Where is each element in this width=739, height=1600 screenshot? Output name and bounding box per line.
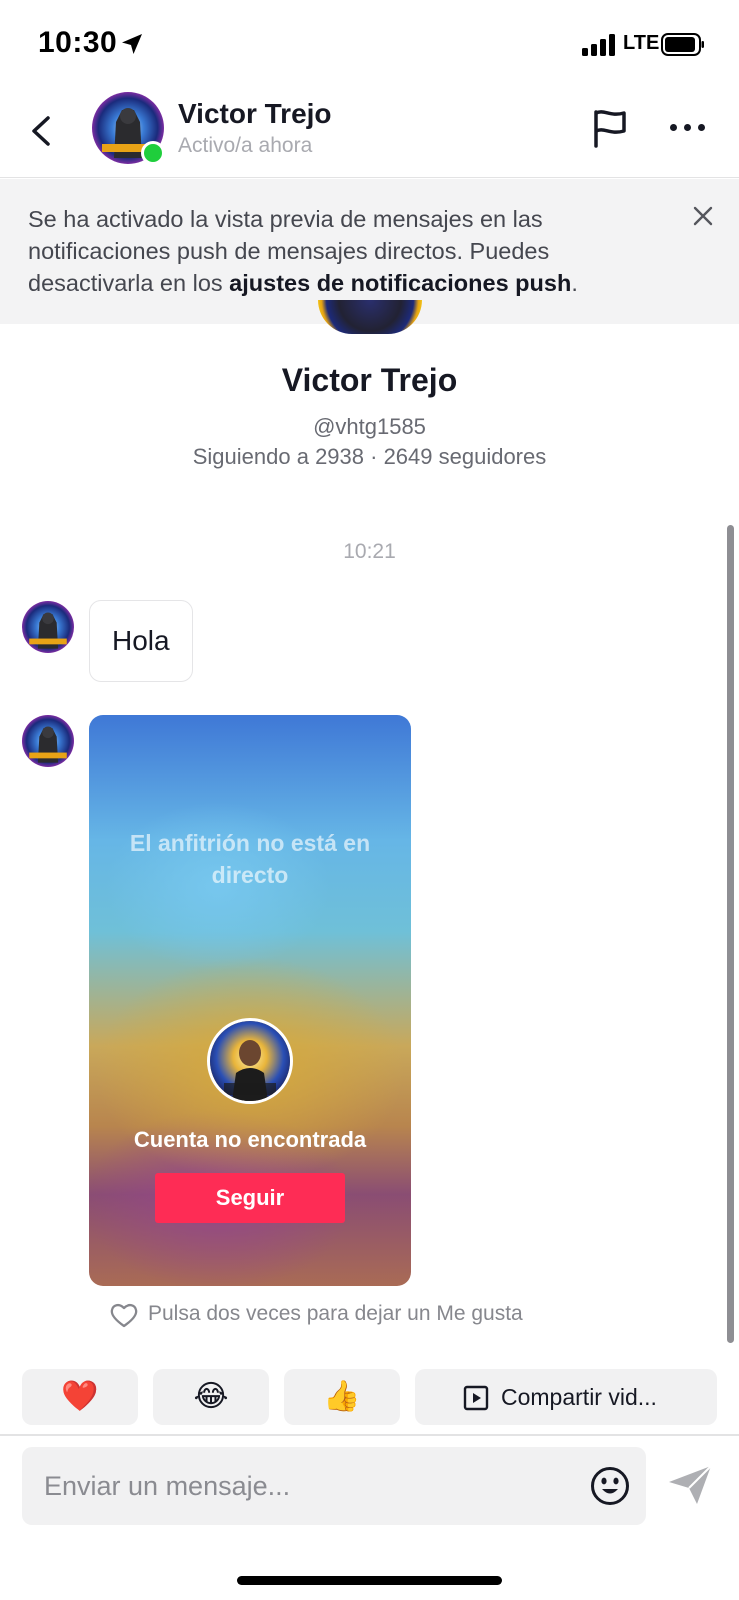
push-settings-link[interactable]: ajustes de notificaciones push — [229, 270, 571, 296]
signal-icon — [582, 34, 618, 56]
more-icon[interactable] — [668, 116, 708, 136]
quick-reply-thumbs-up[interactable]: 👍 — [284, 1369, 400, 1425]
quick-reply-laugh[interactable]: 😂 — [153, 1369, 269, 1425]
message-timestamp: 10:21 — [343, 540, 396, 563]
status-bar: 10:30 LTE — [0, 0, 739, 88]
share-video-button[interactable]: Compartir vid... — [415, 1369, 717, 1425]
avatar[interactable] — [22, 601, 74, 653]
follow-button[interactable]: Seguir — [155, 1173, 345, 1223]
contact-status: Activo/a ahora — [178, 134, 313, 157]
profile-stats: Siguiendo a 2938 · 2649 seguidores — [192, 444, 547, 469]
message-input[interactable] — [44, 1447, 574, 1525]
heart-outline-icon — [110, 1303, 138, 1328]
laugh-emoji-icon: 😂 — [193, 1379, 229, 1414]
message-bubble[interactable]: Hola — [89, 600, 193, 682]
online-indicator — [141, 141, 165, 165]
like-hint-text: Pulsa dos veces para dejar un Me gusta — [148, 1302, 523, 1325]
profile-handle: @vhtg1585 — [313, 414, 426, 439]
share-video-label: Compartir vid... — [501, 1384, 657, 1410]
close-icon[interactable] — [692, 205, 714, 227]
profile-avatar-peek[interactable] — [318, 300, 422, 334]
status-time: 10:30 — [38, 26, 118, 59]
live-share-card[interactable]: El anfitrión no está en directo Cuenta n… — [89, 715, 411, 1286]
message-composer — [22, 1447, 646, 1525]
account-status-text: Cuenta no encontrada — [133, 1127, 367, 1152]
emoji-icon[interactable] — [590, 1466, 630, 1506]
send-icon[interactable] — [666, 1463, 714, 1507]
profile-name: Victor Trejo — [281, 362, 458, 398]
chat-header: Victor Trejo Activo/a ahora — [0, 88, 739, 178]
contact-name[interactable]: Victor Trejo — [178, 98, 332, 130]
battery-icon — [661, 33, 704, 56]
heart-emoji-icon: ❤️ — [61, 1379, 99, 1414]
flag-icon[interactable] — [590, 106, 630, 150]
network-label: LTE — [623, 32, 660, 54]
host-avatar[interactable] — [207, 1018, 293, 1104]
live-status-text: El anfitrión no está en directo — [129, 830, 371, 888]
back-chevron-icon[interactable] — [24, 108, 64, 154]
quick-reply-heart[interactable]: ❤️ — [22, 1369, 138, 1425]
divider — [0, 1434, 739, 1436]
home-indicator[interactable] — [237, 1576, 502, 1585]
video-play-icon — [463, 1385, 489, 1411]
location-arrow-icon — [122, 34, 142, 54]
thumbs-up-emoji-icon: 👍 — [323, 1379, 361, 1414]
banner-text: Se ha activado la vista previa de mensaj… — [28, 206, 578, 296]
scrollbar[interactable] — [727, 525, 734, 1343]
avatar[interactable] — [22, 715, 74, 767]
